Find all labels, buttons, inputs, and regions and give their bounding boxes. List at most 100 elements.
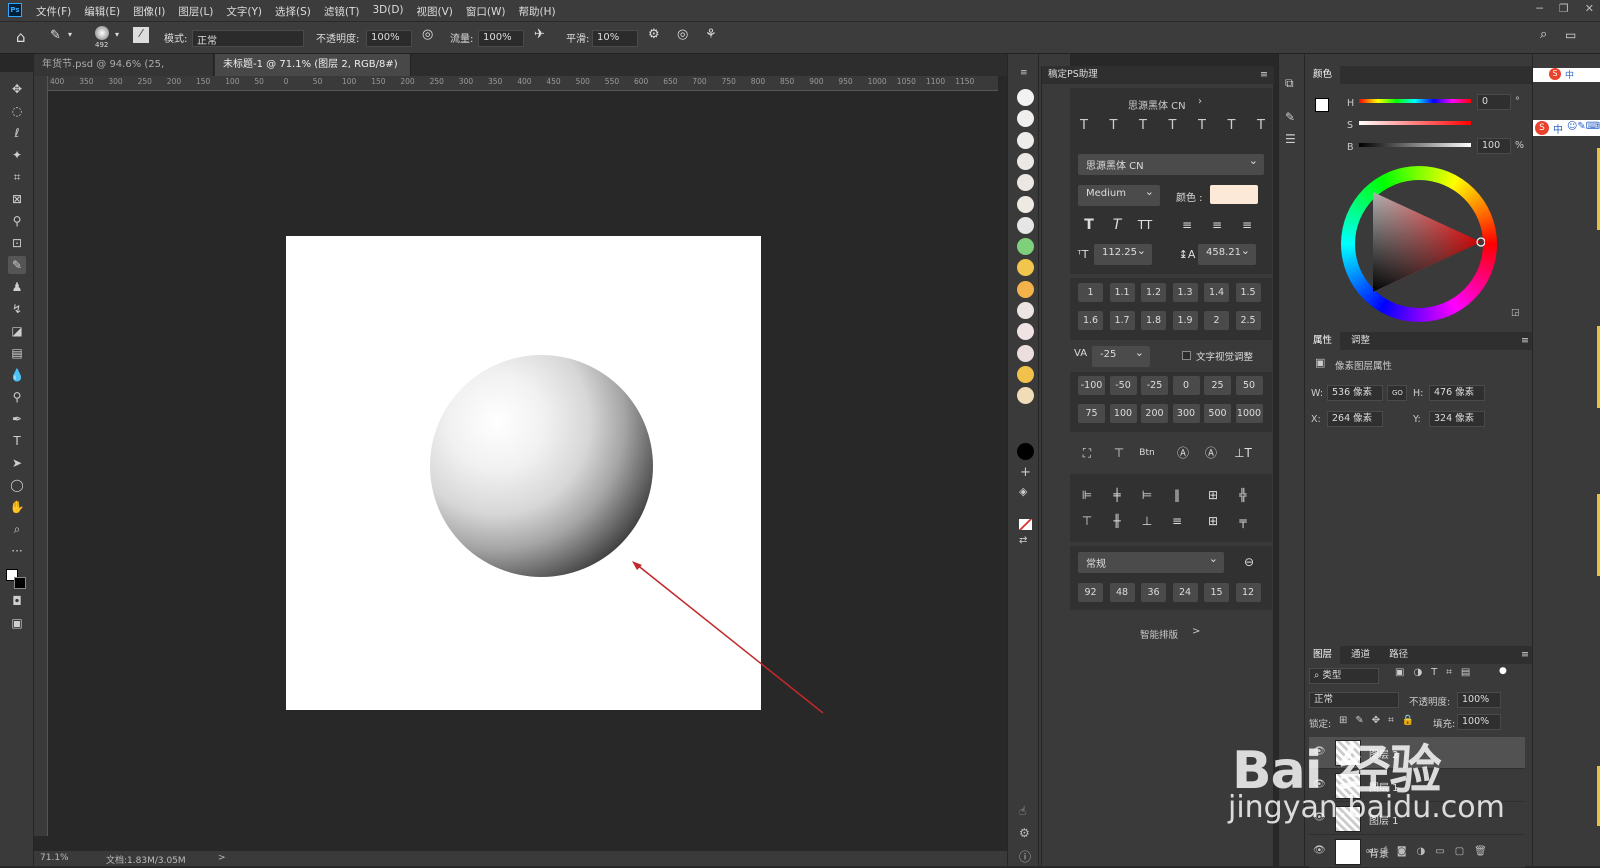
tab-document-2[interactable]: 未标题-1 @ 71.1% (图层 2, RGB/8#) * × — [215, 54, 411, 92]
text-color-swatch[interactable] — [1210, 185, 1258, 204]
menu-layer[interactable]: 图层(L) — [178, 4, 213, 19]
symmetry-icon[interactable]: ⚘ — [705, 27, 717, 42]
font-preset-icon[interactable]: T — [1080, 118, 1088, 136]
tab-document-1[interactable]: 年货节.psd @ 94.6% (25, RGB/8#) × — [34, 54, 214, 92]
chevron-down-icon[interactable]: ▾ — [115, 30, 119, 39]
color-swatch[interactable] — [1017, 195, 1034, 213]
italic-icon[interactable]: T — [1108, 216, 1126, 234]
home-icon[interactable]: ⌂ — [16, 28, 26, 46]
color-swatch[interactable] — [1017, 259, 1034, 277]
menu-filter[interactable]: 滤镜(T) — [324, 4, 360, 19]
font-preset-icon[interactable]: T — [1110, 118, 1118, 136]
ls-option-button[interactable]: 2.5 — [1235, 311, 1261, 330]
gear-icon[interactable]: ⚙ — [648, 27, 660, 42]
tr-option-button[interactable]: 50 — [1235, 376, 1263, 395]
ls-option-button[interactable]: 1.1 — [1109, 283, 1135, 302]
y-input[interactable]: 324 像素 — [1429, 411, 1485, 427]
tab-adjustments[interactable]: 调整 — [1343, 332, 1378, 350]
magic-wand-icon[interactable]: ✦ — [8, 146, 26, 164]
layer-filter-icons[interactable]: ▣◑T⌗▤ — [1395, 667, 1479, 678]
blur-tool-icon[interactable]: 💧 — [8, 366, 26, 384]
ls-option-button[interactable]: 1 — [1078, 283, 1103, 302]
search-icon[interactable]: ⌕ — [1540, 27, 1547, 42]
zoom-tool-icon[interactable]: ⌕ — [8, 520, 26, 538]
hue-slider[interactable] — [1359, 99, 1471, 103]
flow-input[interactable]: 100% — [478, 30, 524, 47]
saturation-slider[interactable] — [1359, 121, 1471, 125]
history-brush-icon[interactable]: ↯ — [8, 300, 26, 318]
layer-filter-select[interactable]: ⌕ 类型 — [1309, 668, 1379, 684]
ls-option-button[interactable]: 1.3 — [1172, 283, 1198, 302]
menu-help[interactable]: 帮助(H) — [519, 4, 556, 19]
no-color-icon[interactable] — [1019, 519, 1032, 530]
style-select[interactable]: 常规 — [1078, 552, 1224, 573]
align-top-icon[interactable]: ⊤ — [1078, 512, 1096, 530]
b-value-input[interactable]: 100 — [1477, 138, 1511, 154]
adjust-icon[interactable]: ☰ — [1285, 132, 1296, 146]
opacity-input[interactable]: 100% — [366, 30, 412, 47]
leading-select[interactable]: 458.21 — [1198, 244, 1256, 265]
pressure-size-icon[interactable]: ◎ — [677, 27, 688, 42]
chevron-down-icon[interactable]: ▾ — [68, 30, 72, 39]
font-preset-icon[interactable]: T — [1228, 118, 1236, 136]
text-box-icon[interactable]: ⊤ — [1110, 444, 1128, 462]
airbrush-icon[interactable]: ✈ — [534, 27, 545, 42]
layer-footer-icons[interactable]: ∞ƒ◙◑▭▢🗑 — [1365, 846, 1497, 857]
more-tools-icon[interactable]: ··· — [8, 542, 26, 560]
sz-option-button[interactable]: 36 — [1141, 583, 1166, 602]
visibility-eye-icon[interactable]: 👁 — [1313, 845, 1326, 856]
ellipse-tool-icon[interactable]: ◯ — [8, 476, 26, 494]
swap-icon[interactable]: ⇄ — [1019, 535, 1027, 546]
tab-paths[interactable]: 路径 — [1381, 646, 1416, 664]
color-swatch[interactable] — [1017, 238, 1034, 256]
text-effect-icon[interactable]: Ⓐ — [1202, 444, 1220, 462]
button-style-icon[interactable]: Btn — [1138, 444, 1156, 462]
ls-option-button[interactable]: 1.4 — [1204, 283, 1229, 302]
height-input[interactable]: 476 像素 — [1429, 385, 1485, 401]
tr-option-button[interactable]: 75 — [1078, 404, 1105, 423]
minimize-icon[interactable]: ─ — [1536, 2, 1543, 15]
tr-option-button[interactable]: 100 — [1109, 404, 1137, 423]
panel-menu-icon[interactable]: ≡ — [1521, 646, 1529, 664]
color-swatch[interactable] — [1017, 216, 1034, 234]
distribute-spacing-icon[interactable]: ╬ — [1234, 486, 1252, 504]
screen-mode-icon[interactable]: ▣ — [8, 614, 26, 632]
visual-adjust-checkbox[interactable] — [1182, 351, 1191, 360]
expand-icon[interactable]: ◲ — [1511, 308, 1520, 318]
ime-tools-icon[interactable]: ☺✎⌨ — [1567, 121, 1600, 132]
chevron-right-icon[interactable]: > — [1192, 626, 1200, 637]
tr-option-button[interactable]: -100 — [1078, 376, 1105, 395]
sz-option-button[interactable]: 12 — [1235, 583, 1261, 602]
tracking-select[interactable]: -25 — [1092, 346, 1150, 367]
ls-option-button[interactable]: 2 — [1204, 311, 1229, 330]
vertical-text-icon[interactable]: ⊥T — [1234, 444, 1252, 462]
x-input[interactable]: 264 像素 — [1327, 411, 1383, 427]
align-hcenter-icon[interactable]: ╪ — [1108, 486, 1126, 504]
mode-select[interactable]: 正常 — [192, 30, 304, 47]
color-swatch[interactable] — [1017, 152, 1034, 170]
pen-tool-icon[interactable]: ✒ — [8, 410, 26, 428]
tr-option-button[interactable]: 25 — [1204, 376, 1231, 395]
layers-stack-icon[interactable]: ◈ — [1019, 485, 1027, 498]
status-menu-icon[interactable]: > — [218, 853, 226, 863]
color-swatch[interactable] — [1017, 365, 1034, 383]
move-tool-icon[interactable]: ✥ — [8, 80, 26, 98]
sz-option-button[interactable]: 48 — [1109, 583, 1135, 602]
menu-view[interactable]: 视图(V) — [417, 4, 453, 19]
gear-icon[interactable]: ⚙ — [1019, 826, 1030, 840]
font-size-select[interactable]: 112.25 — [1094, 244, 1152, 265]
align-bottom-icon[interactable]: ⊥ — [1138, 512, 1156, 530]
distribute-v-icon[interactable]: ≡ — [1168, 512, 1186, 530]
eyedropper-icon[interactable]: ⚲ — [8, 212, 26, 230]
tr-option-button[interactable]: 500 — [1204, 404, 1231, 423]
close-icon[interactable]: ✕ — [1585, 2, 1594, 15]
align-left-edges-icon[interactable]: ⊫ — [1078, 486, 1096, 504]
panel-menu-icon[interactable]: ≡ — [1260, 66, 1268, 84]
add-swatch-icon[interactable]: + — [1020, 465, 1031, 480]
ime-mode[interactable]: 中 — [1565, 68, 1574, 81]
menu-type[interactable]: 文字(Y) — [226, 4, 262, 19]
brush-preview-icon[interactable] — [95, 26, 109, 40]
sz-option-button[interactable]: 24 — [1172, 583, 1198, 602]
fill-input[interactable]: 100% — [1457, 714, 1501, 730]
frame-tool-icon[interactable]: ⊠ — [8, 190, 26, 208]
